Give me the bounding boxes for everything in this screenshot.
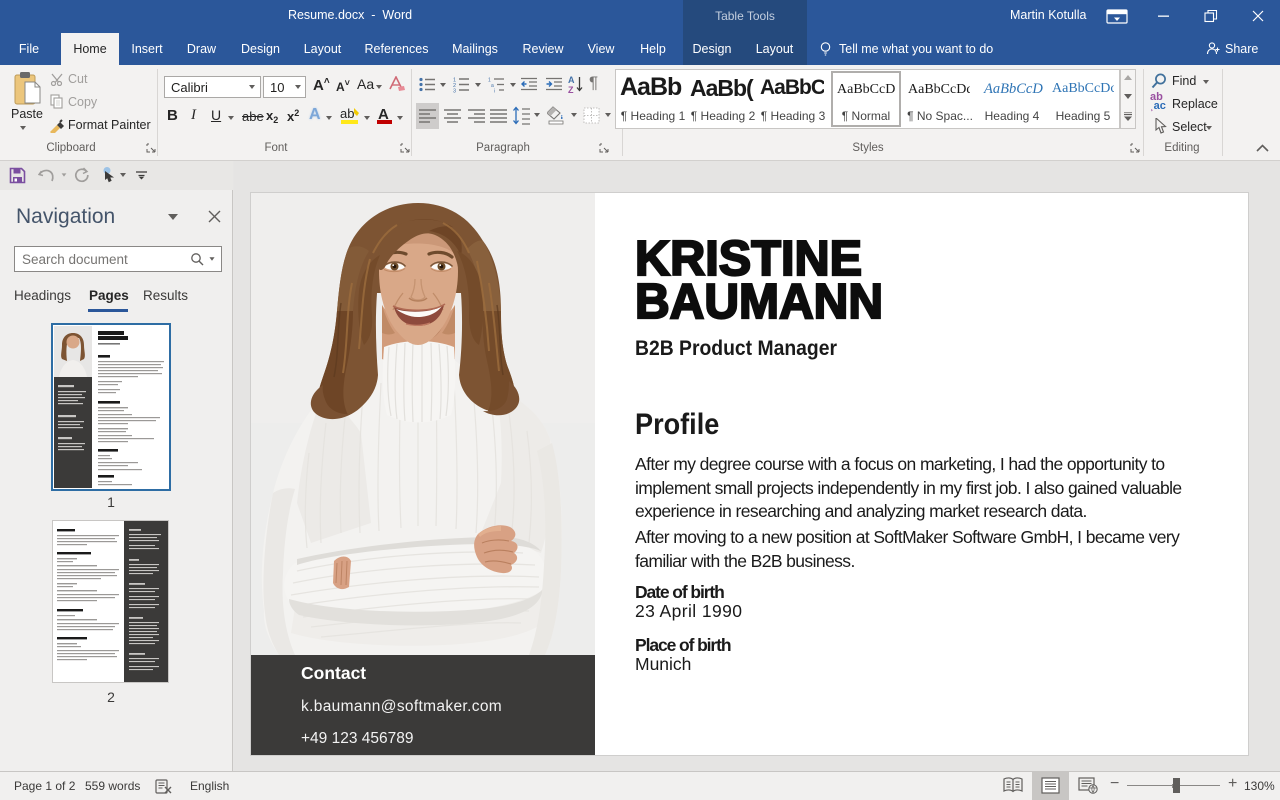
svg-text:Z: Z (568, 85, 574, 94)
svg-text:A: A (568, 75, 575, 85)
svg-text:i: i (494, 89, 495, 94)
svg-text:3: 3 (453, 89, 456, 94)
